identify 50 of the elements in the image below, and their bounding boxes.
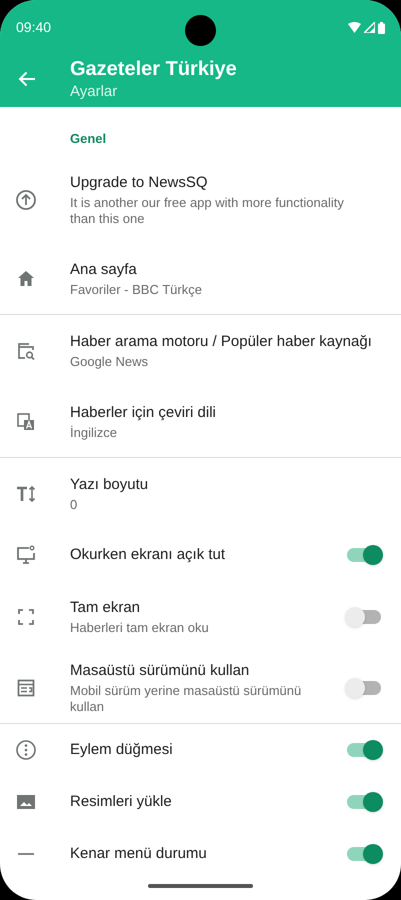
setting-title: Upgrade to NewsSQ	[70, 173, 209, 193]
setting-summary: 0	[70, 496, 78, 512]
toggle-switch[interactable]	[347, 847, 381, 861]
settings-row[interactable]: Ana sayfa Favoriler - BBC Türkçe	[0, 243, 401, 314]
setting-title: Eylem düğmesi	[70, 740, 174, 760]
settings-row[interactable]: Masaüstü sürümünü kullan Mobil sürüm yerine masaüstü sürümünü kullan	[0, 652, 401, 723]
settings-row[interactable]: Haber arama motoru / Popüler haber kaynağı Google News	[0, 315, 401, 386]
app-title: Gazeteler Türkiye	[70, 57, 237, 81]
upload-circle-icon	[15, 189, 37, 211]
settings-row[interactable]: Upgrade to NewsSQ It is another our free app with more functionality than this one	[0, 157, 401, 243]
back-arrow-icon	[18, 71, 36, 87]
setting-title: Okurken ekranı açık tut	[70, 545, 226, 565]
app-subtitle: Ayarlar	[70, 82, 118, 102]
setting-title: Masaüstü sürümünü kullan	[70, 660, 250, 680]
dash-icon	[18, 853, 34, 855]
setting-title: Resimleri yükle	[70, 792, 173, 812]
wifi-icon	[348, 22, 361, 33]
setting-title: Haber arama motoru / Popüler haber kaynağı	[70, 332, 373, 352]
signal-icon	[364, 22, 375, 33]
setting-summary: It is another our free app with more functionality than this one	[70, 195, 345, 227]
more-vertical-circle-icon	[15, 739, 37, 761]
settings-row[interactable]: Okurken ekranı açık tut	[0, 529, 401, 581]
settings-row[interactable]: Haberler için çeviri dili İngilizce	[0, 386, 401, 457]
clock: 09:40	[16, 18, 52, 37]
browser-window-icon	[15, 676, 37, 698]
setting-summary: Mobil sürüm yerine masaüstü sürümünü kullan	[70, 682, 302, 714]
toggle-switch[interactable]	[347, 680, 381, 694]
toggle-switch[interactable]	[347, 743, 381, 757]
camera-cutout	[185, 15, 216, 46]
setting-title: Haberler için çeviri dili	[70, 402, 217, 422]
toggle-switch[interactable]	[347, 795, 381, 809]
setting-title: Kenar menü durumu	[70, 844, 208, 864]
toggle-switch[interactable]	[347, 548, 381, 562]
monitor-icon	[15, 544, 37, 566]
setting-summary: İngilizce	[70, 424, 118, 440]
battery-icon	[378, 22, 385, 34]
translate-icon	[15, 410, 37, 432]
settings-row[interactable]: Tam ekran Haberleri tam ekran oku	[0, 581, 401, 652]
setting-title: Yazı boyutu	[70, 474, 150, 494]
toggle-switch[interactable]	[347, 610, 381, 624]
setting-title: Ana sayfa	[70, 260, 138, 280]
setting-summary: Haberleri tam ekran oku	[70, 620, 210, 636]
settings-row[interactable]: Yazı boyutu 0	[0, 458, 401, 529]
setting-summary: Google News	[70, 354, 150, 370]
section-header: Genel	[69, 130, 108, 148]
settings-row[interactable]: Eylem düğmesi	[0, 724, 401, 776]
setting-title: Tam ekran	[70, 598, 142, 618]
settings-row[interactable]: Resimleri yükle	[0, 776, 401, 828]
settings-row[interactable]: Kenar menü durumu	[0, 828, 401, 880]
setting-summary: Favoriler - BBC Türkçe	[70, 282, 203, 298]
